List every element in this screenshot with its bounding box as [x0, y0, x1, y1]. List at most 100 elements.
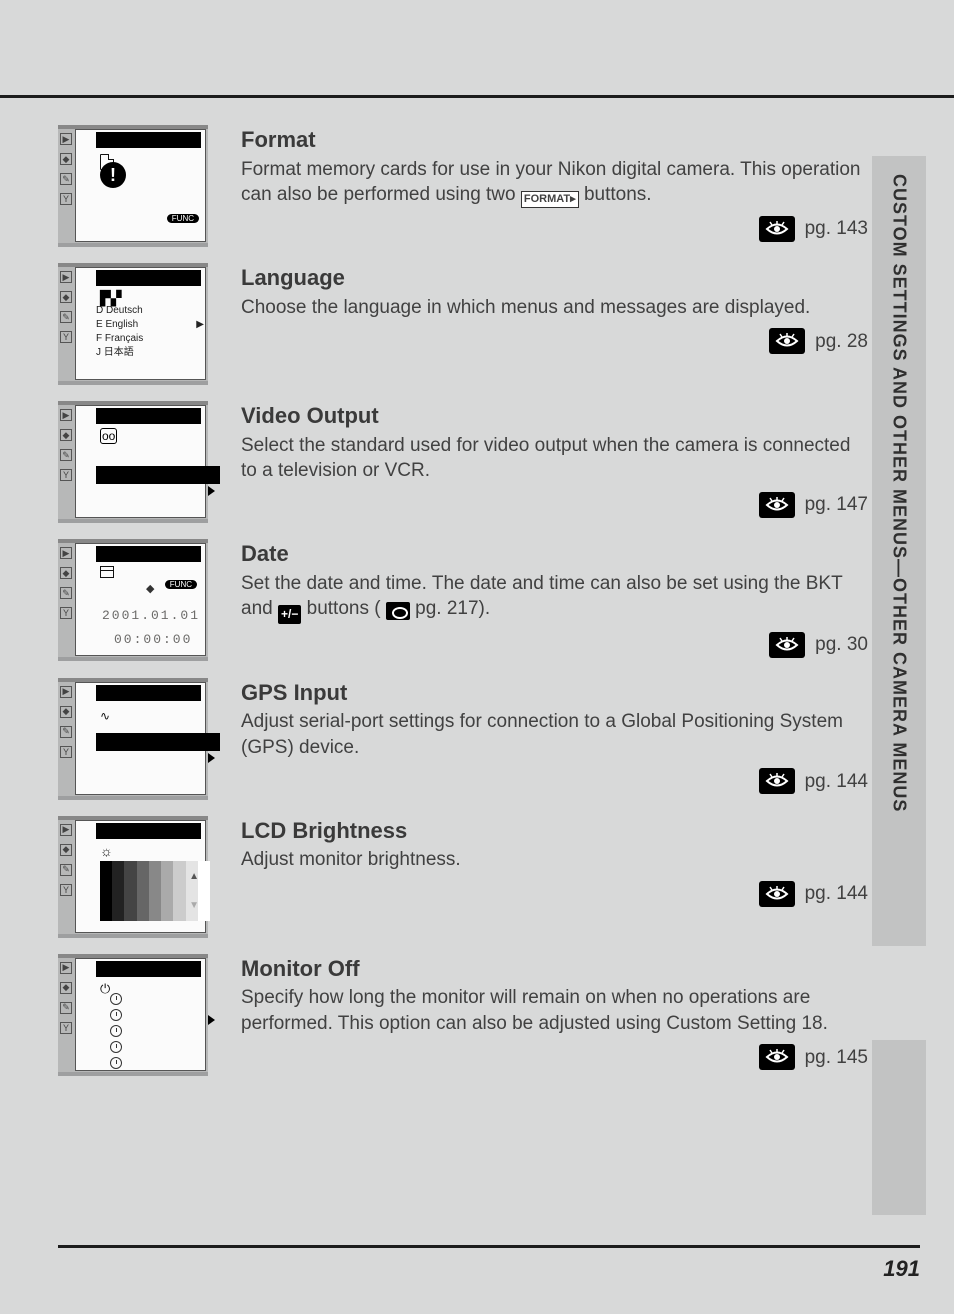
see-also-icon — [769, 328, 805, 354]
lcd-thumb-date: ▶ ◆ ✎ Y ◆ FUNC 2001.01.01 00:00:00 — [58, 539, 223, 658]
wrench-tab-icon: Y — [60, 746, 72, 758]
down-triangle-icon: ▼ — [189, 900, 199, 911]
item-body: Choose the language in which menus and m… — [241, 295, 868, 321]
camera-tab-icon: ◆ — [60, 567, 72, 579]
play-tab-icon: ▶ — [60, 962, 72, 974]
top-rule — [0, 95, 954, 98]
menu-item-language: ▶ ◆ ✎ Y ▛▞ D Deutsch E English▶ F França… — [58, 263, 868, 381]
play-tab-icon: ▶ — [60, 547, 72, 559]
play-tab-icon: ▶ — [60, 133, 72, 145]
lcd-title-bar — [96, 132, 201, 148]
time-value: 00:00:00 — [114, 632, 192, 647]
menu-item-lcd-brightness: ▶ ◆ ✎ Y ☼ ▲▼ LCD Brightness — [58, 816, 868, 934]
menu-item-format: ▶ ◆ ✎ Y ! FUNC Format Format memory card… — [58, 125, 868, 243]
rca-icon: oo — [100, 428, 117, 444]
language-list: D Deutsch E English▶ F Français J 日本語 — [96, 304, 204, 360]
page-ref: pg. 28 — [815, 329, 868, 355]
item-title: Video Output — [241, 401, 868, 431]
lcd-thumb-video: ▶ ◆ ✎ Y oo — [58, 401, 223, 519]
lcd-thumb-brightness: ▶ ◆ ✎ Y ☼ ▲▼ — [58, 816, 223, 934]
timer-icon — [110, 1025, 122, 1037]
pencil-tab-icon: ✎ — [60, 587, 72, 599]
menu-item-gps-input: ▶ ◆ ✎ Y ∿ GPS Input Adjust serial-port s… — [58, 678, 868, 796]
func-pill: FUNC — [165, 580, 197, 589]
lang-option: E English — [96, 318, 138, 332]
see-also-icon — [769, 632, 805, 658]
see-also-icon — [759, 216, 795, 242]
item-title: Date — [241, 539, 868, 569]
wrench-tab-icon: Y — [60, 607, 72, 619]
pencil-tab-icon: ✎ — [60, 311, 72, 323]
see-also-icon — [759, 881, 795, 907]
selector-arrow-icon: ▶ — [196, 318, 204, 332]
lcd-thumb-language: ▶ ◆ ✎ Y ▛▞ D Deutsch E English▶ F França… — [58, 263, 223, 381]
see-also-icon — [759, 492, 795, 518]
section-tab-label: CUSTOM SETTINGS AND OTHER MENUS—OTHER CA… — [889, 174, 910, 812]
lang-option: J 日本語 — [96, 346, 204, 360]
item-body: Adjust serial-port settings for connecti… — [241, 709, 868, 760]
up-triangle-icon: ▲ — [189, 871, 199, 882]
wrench-tab-icon: Y — [60, 331, 72, 343]
lcd-title-bar — [96, 546, 201, 562]
lang-option: F Français — [96, 332, 204, 346]
pencil-tab-icon: ✎ — [60, 1002, 72, 1014]
page-number: 191 — [883, 1256, 920, 1282]
item-body: Specify how long the monitor will remain… — [241, 985, 868, 1036]
updown-arrows: ▲▼ — [189, 871, 199, 911]
page-ref: pg. 143 — [805, 216, 868, 242]
timer-icon — [110, 1041, 122, 1053]
pencil-tab-icon: ✎ — [60, 173, 72, 185]
item-body: Adjust monitor brightness. — [241, 847, 868, 873]
menu-item-monitor-off: ▶ ◆ ✎ Y ⏻ — [58, 954, 868, 1072]
item-title: Language — [241, 263, 868, 293]
camera-tab-icon: ◆ — [60, 706, 72, 718]
camera-tab-icon: ◆ — [60, 291, 72, 303]
warning-icon: ! — [100, 162, 126, 188]
section-tab-lower — [872, 1040, 926, 1215]
pencil-tab-icon: ✎ — [60, 449, 72, 461]
section-tab: CUSTOM SETTINGS AND OTHER MENUS—OTHER CA… — [872, 156, 926, 946]
item-title: Monitor Off — [241, 954, 868, 984]
play-tab-icon: ▶ — [60, 409, 72, 421]
item-body-post: pg. 217). — [415, 598, 490, 619]
signal-wave-icon: ∿ — [100, 709, 110, 723]
func-pill: FUNC — [167, 214, 199, 223]
lcd-thumb-monitor-off: ▶ ◆ ✎ Y ⏻ — [58, 954, 223, 1072]
plus-minus-button-icon: +/− — [278, 605, 301, 623]
timer-icon — [110, 993, 122, 1005]
calendar-icon — [100, 566, 114, 578]
item-title: Format — [241, 125, 868, 155]
lcd-title-bar — [96, 685, 201, 701]
page-ref: pg. 147 — [805, 492, 868, 518]
wrench-tab-icon: Y — [60, 1022, 72, 1034]
page-ref: pg. 145 — [805, 1045, 868, 1071]
lcd-thumb-format: ▶ ◆ ✎ Y ! FUNC — [58, 125, 223, 243]
wrench-tab-icon: Y — [60, 193, 72, 205]
lcd-title-bar — [96, 408, 201, 424]
play-tab-icon: ▶ — [60, 824, 72, 836]
selector-arrow-icon — [208, 1015, 215, 1025]
menu-item-date: ▶ ◆ ✎ Y ◆ FUNC 2001.01.01 00:00:00 Date … — [58, 539, 868, 658]
item-body: Select the standard used for video outpu… — [241, 433, 868, 484]
format-button-label: FORMAT▸ — [521, 191, 579, 208]
selector-arrow-icon — [208, 753, 215, 763]
camera-tab-icon: ◆ — [60, 429, 72, 441]
content-area: ▶ ◆ ✎ Y ! FUNC Format Format memory card… — [58, 125, 868, 1092]
see-also-icon — [759, 1044, 795, 1070]
lcd-title-bar — [96, 270, 201, 286]
updown-icon: ◆ — [146, 582, 154, 595]
wrench-tab-icon: Y — [60, 469, 72, 481]
wrench-tab-icon: Y — [60, 884, 72, 896]
menu-item-video-output: ▶ ◆ ✎ Y oo Video Output Select the stand… — [58, 401, 868, 519]
timer-icon — [110, 1009, 122, 1021]
lcd-title-bar — [96, 823, 201, 839]
item-title: GPS Input — [241, 678, 868, 708]
power-icon: ⏻ — [100, 981, 110, 997]
camera-tab-icon: ◆ — [60, 844, 72, 856]
lcd-title-bar — [96, 961, 201, 977]
selector-arrow-icon — [208, 486, 215, 496]
see-also-icon — [759, 768, 795, 794]
see-also-inline-icon — [386, 602, 410, 620]
page-ref: pg. 30 — [815, 632, 868, 658]
pencil-tab-icon: ✎ — [60, 726, 72, 738]
